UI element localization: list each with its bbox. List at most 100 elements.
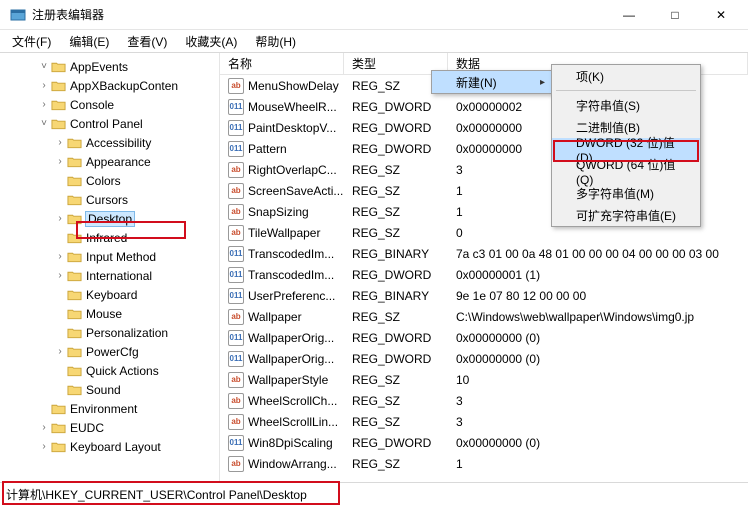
tree-node[interactable]: › EUDC [6, 418, 219, 437]
tree-node[interactable]: Mouse [6, 304, 219, 323]
expand-icon[interactable]: › [38, 441, 50, 452]
menu-file[interactable]: 文件(F) [6, 31, 57, 52]
context-submenu[interactable]: 项(K)字符串值(S)二进制值(B)DWORD (32 位)值(D)QWORD … [551, 64, 701, 227]
expand-icon[interactable]: › [38, 99, 50, 110]
list-row[interactable]: abWindowArrang...REG_SZ1 [220, 453, 748, 474]
tree-node[interactable]: ›AppXBackupConten [6, 76, 219, 95]
tree-node-label: Console [70, 98, 114, 112]
value-name: ScreenSaveActi... [248, 184, 343, 198]
expand-icon[interactable]: › [54, 137, 66, 148]
value-binary-icon: 011 [228, 267, 244, 283]
tree-node[interactable]: ›Keyboard Layout [6, 437, 219, 456]
expand-icon[interactable]: ˅ [38, 118, 50, 129]
tree-node[interactable]: Quick Actions [6, 361, 219, 380]
tree-node[interactable]: Cursors [6, 190, 219, 209]
value-string-icon: ab [228, 372, 244, 388]
list-row[interactable]: abWheelScrollLin...REG_SZ3 [220, 411, 748, 432]
tree-node-label: Accessibility [86, 136, 151, 150]
value-binary-icon: 011 [228, 288, 244, 304]
tree-node[interactable]: › Console [6, 95, 219, 114]
tree-node-label: Personalization [86, 326, 168, 340]
context-subitem[interactable]: 可扩充字符串值(E) [552, 204, 700, 226]
menu-edit[interactable]: 编辑(E) [63, 31, 115, 52]
tree-node-label: Cursors [86, 193, 128, 207]
expand-icon[interactable]: › [54, 270, 66, 281]
list-row[interactable]: 011WallpaperOrig...REG_DWORD0x00000000 (… [220, 327, 748, 348]
value-string-icon: ab [228, 309, 244, 325]
column-name[interactable]: 名称 [220, 53, 344, 74]
folder-icon [66, 269, 82, 283]
folder-icon [66, 288, 82, 302]
folder-icon [50, 440, 66, 454]
context-subitem[interactable]: 多字符串值(M) [552, 182, 700, 204]
tree-node-label: Infrared [86, 231, 127, 245]
context-subitem[interactable]: 项(K) [552, 65, 700, 87]
statusbar: 计算机\HKEY_CURRENT_USER\Control Panel\Desk… [0, 482, 748, 506]
tree-node-label: Input Method [86, 250, 156, 264]
expand-icon[interactable]: › [54, 251, 66, 262]
list-row[interactable]: 011TranscodedIm...REG_BINARY7a c3 01 00 … [220, 243, 748, 264]
list-row[interactable]: 011TranscodedIm...REG_DWORD0x00000001 (1… [220, 264, 748, 285]
expand-icon[interactable]: › [54, 346, 66, 357]
expand-icon[interactable]: › [54, 213, 66, 224]
tree-node[interactable]: › Desktop [6, 209, 219, 228]
value-binary-icon: 011 [228, 141, 244, 157]
value-binary-icon: 011 [228, 120, 244, 136]
app-icon [10, 7, 26, 23]
tree-node[interactable]: Infrared [6, 228, 219, 247]
tree-node-label: Appearance [86, 155, 151, 169]
list-row[interactable]: 011UserPreferenc...REG_BINARY9e 1e 07 80… [220, 285, 748, 306]
list-row[interactable]: 011Win8DpiScalingREG_DWORD0x00000000 (0) [220, 432, 748, 453]
list-row[interactable]: abWallpaperREG_SZC:\Windows\web\wallpape… [220, 306, 748, 327]
list-row[interactable]: abWallpaperStyleREG_SZ10 [220, 369, 748, 390]
context-item-new[interactable]: 新建(N) ▸ [432, 71, 551, 93]
value-binary-icon: 011 [228, 246, 244, 262]
menu-favorites[interactable]: 收藏夹(A) [179, 31, 243, 52]
tree-node[interactable]: ˅AppEvents [6, 57, 219, 76]
value-type: REG_DWORD [344, 121, 448, 135]
value-name: WallpaperOrig... [248, 352, 334, 366]
tree-view[interactable]: ˅AppEvents›AppXBackupConten›Console˅Cont… [0, 53, 220, 482]
value-name: TileWallpaper [248, 226, 320, 240]
tree-node[interactable]: ›International [6, 266, 219, 285]
tree-node-label: Desktop [86, 212, 134, 226]
tree-node[interactable]: Environment [6, 399, 219, 418]
context-subitem[interactable]: QWORD (64 位)值(Q) [552, 160, 700, 182]
tree-node[interactable]: Keyboard [6, 285, 219, 304]
tree-node-label: EUDC [70, 421, 104, 435]
value-name: Win8DpiScaling [248, 436, 333, 450]
context-item-label: 新建(N) [456, 74, 497, 91]
expand-icon[interactable]: › [54, 156, 66, 167]
tree-node[interactable]: › Appearance [6, 152, 219, 171]
maximize-button[interactable]: □ [652, 0, 698, 29]
menu-help[interactable]: 帮助(H) [249, 31, 302, 52]
value-name: WindowArrang... [248, 457, 337, 471]
context-menu[interactable]: 新建(N) ▸ [431, 70, 552, 94]
list-row[interactable]: 011WallpaperOrig...REG_DWORD0x00000000 (… [220, 348, 748, 369]
tree-node[interactable]: ›PowerCfg [6, 342, 219, 361]
expand-icon[interactable]: › [38, 80, 50, 91]
expand-icon[interactable]: › [38, 422, 50, 433]
titlebar: 注册表编辑器 — □ ✕ [0, 0, 748, 30]
tree-node[interactable]: › Accessibility [6, 133, 219, 152]
expand-icon[interactable]: ˅ [38, 61, 50, 72]
tree-node-label: Environment [70, 402, 137, 416]
window-buttons: — □ ✕ [606, 0, 744, 29]
close-button[interactable]: ✕ [698, 0, 744, 29]
context-subitem[interactable]: 字符串值(S) [552, 94, 700, 116]
list-row[interactable]: abWheelScrollCh...REG_SZ3 [220, 390, 748, 411]
folder-icon [66, 307, 82, 321]
folder-icon [66, 174, 82, 188]
tree-node[interactable]: Colors [6, 171, 219, 190]
menu-view[interactable]: 查看(V) [121, 31, 173, 52]
tree-node[interactable]: › Input Method [6, 247, 219, 266]
value-type: REG_DWORD [344, 352, 448, 366]
value-name: Wallpaper [248, 310, 302, 324]
folder-icon [50, 60, 66, 74]
tree-node[interactable]: Sound [6, 380, 219, 399]
minimize-button[interactable]: — [606, 0, 652, 29]
value-data: C:\Windows\web\wallpaper\Windows\img0.jp [448, 310, 748, 324]
tree-node[interactable]: ˅Control Panel [6, 114, 219, 133]
value-name: TranscodedIm... [248, 268, 334, 282]
tree-node[interactable]: Personalization [6, 323, 219, 342]
